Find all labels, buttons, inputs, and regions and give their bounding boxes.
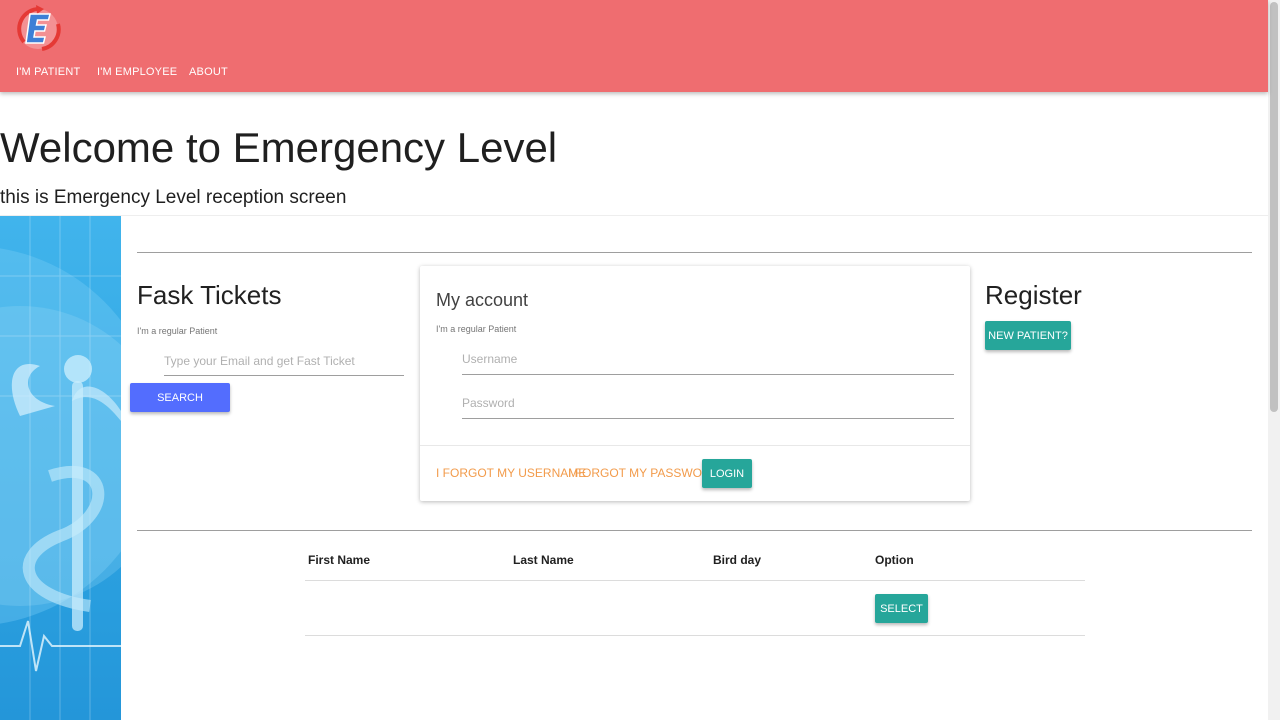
login-button[interactable]: LOGIN [702, 459, 752, 488]
column-header-first-name: First Name [308, 553, 371, 567]
table-header-divider [305, 580, 1085, 581]
fast-tickets-title: Fask Tickets [137, 280, 282, 310]
column-header-birthday: Bird day [713, 553, 762, 567]
nav-link-im-employee[interactable]: I'M EMPLOYEE [97, 66, 177, 78]
column-header-option: Option [875, 553, 914, 567]
account-hint: I'm a regular Patient [436, 324, 517, 334]
column-header-last-name: Last Name [513, 553, 574, 567]
table-row-divider [305, 635, 1085, 636]
top-divider-line [137, 252, 1252, 253]
fast-ticket-hint: I'm a regular Patient [137, 326, 218, 336]
password-input[interactable] [462, 388, 954, 419]
bottom-divider-line [137, 530, 1252, 531]
emergency-level-logo[interactable]: E [14, 2, 62, 58]
app-header: E I'M PATIENT I'M EMPLOYEE ABOUT [0, 0, 1268, 92]
username-input[interactable] [462, 344, 954, 375]
search-button[interactable]: SEARCH [130, 383, 230, 412]
forgot-password-link[interactable]: I FORGOT MY PASSWORD [568, 466, 719, 480]
section-divider [0, 215, 1268, 216]
page-title: Welcome to Emergency Level [0, 124, 558, 171]
nav-link-im-patient[interactable]: I'M PATIENT [16, 66, 80, 78]
select-patient-button[interactable]: SELECT [875, 594, 928, 623]
card-actions-divider [420, 445, 970, 446]
my-account-card: My account I'm a regular Patient I FORGO… [420, 266, 970, 501]
medical-banner-image [0, 216, 121, 720]
nav-link-about[interactable]: ABOUT [189, 66, 228, 78]
forgot-username-link[interactable]: I FORGOT MY USERNAME [436, 466, 586, 480]
page-subtitle: this is Emergency Level reception screen [0, 187, 347, 208]
register-title: Register [985, 280, 1082, 310]
email-input[interactable] [164, 346, 404, 376]
my-account-title: My account [436, 290, 529, 310]
page-scrollbar-thumb[interactable] [1270, 2, 1278, 412]
new-patient-button[interactable]: NEW PATIENT? [985, 321, 1071, 350]
